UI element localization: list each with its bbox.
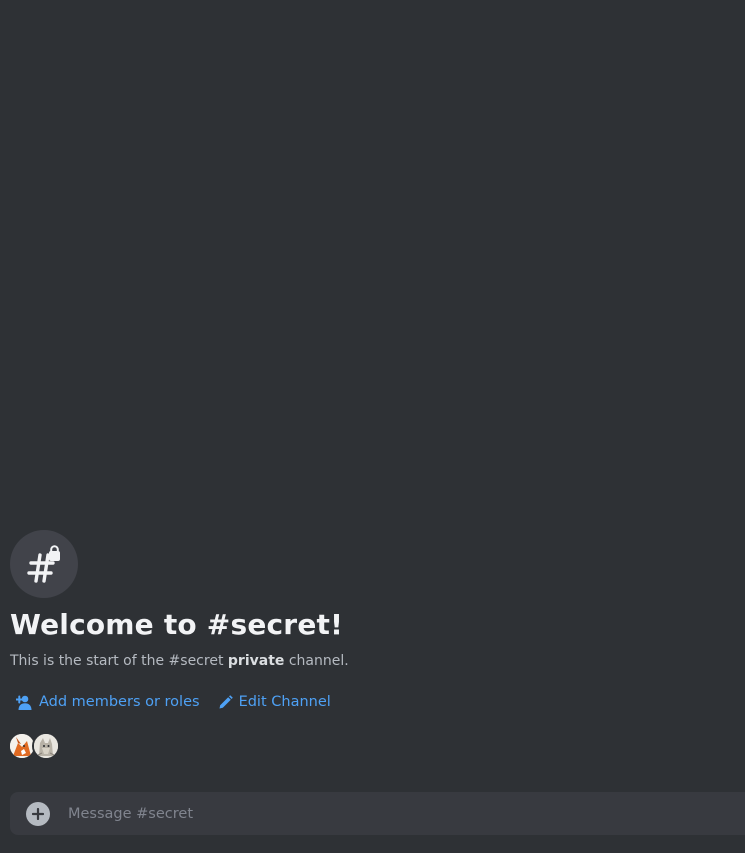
add-members-label: Add members or roles <box>39 694 200 710</box>
message-input[interactable] <box>66 792 745 835</box>
add-attachment-button[interactable] <box>26 801 50 826</box>
private-channel-icon <box>10 530 78 598</box>
add-members-button[interactable]: Add members or roles <box>16 694 200 710</box>
edit-channel-label: Edit Channel <box>238 694 331 710</box>
message-composer <box>10 792 745 835</box>
pencil-icon <box>218 694 233 710</box>
subtitle-private: private <box>227 653 285 669</box>
cat-avatar-icon <box>34 734 58 758</box>
subtitle-text: This is the start of the #secret <box>10 653 228 669</box>
welcome-title: Welcome to #secret! <box>10 608 344 641</box>
subtitle-text-end: channel. <box>284 653 349 669</box>
welcome-actions: Add members or roles Edit Channel <box>10 694 730 710</box>
edit-channel-button[interactable]: Edit Channel <box>218 694 331 710</box>
add-members-icon <box>16 695 33 710</box>
welcome-subtitle: This is the start of the #secret private… <box>10 652 730 670</box>
chat-screen: Welcome to #secret! This is the start of… <box>0 0 745 853</box>
member-avatars <box>8 732 730 760</box>
plus-icon <box>32 807 44 820</box>
fox-avatar-icon <box>10 734 34 758</box>
member-avatar[interactable] <box>32 732 60 760</box>
channel-welcome: Welcome to #secret! This is the start of… <box>8 530 730 760</box>
